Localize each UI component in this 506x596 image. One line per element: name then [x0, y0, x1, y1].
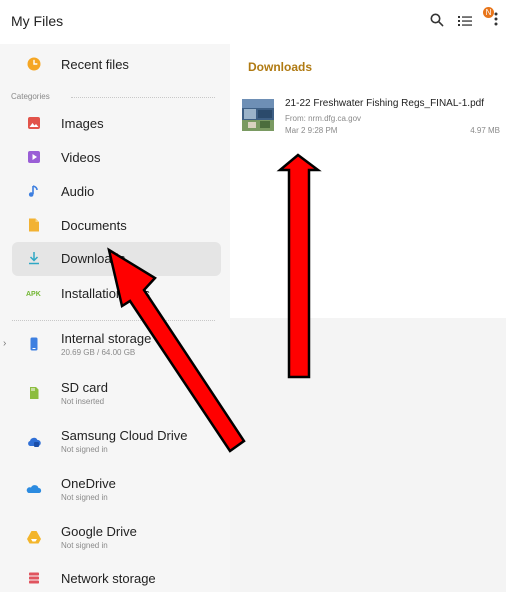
sidebar-item-label: Installation files	[61, 286, 150, 301]
file-size: 4.97 MB	[470, 126, 500, 135]
sidebar-item-label: Images	[61, 116, 104, 131]
search-icon[interactable]	[430, 13, 444, 32]
sidebar-item-onedrive[interactable]: OneDrive Not signed in	[12, 473, 221, 507]
sidebar-item-label: Documents	[61, 218, 127, 233]
onedrive-icon	[26, 481, 42, 497]
more-options-icon[interactable]: N	[483, 7, 498, 32]
sidebar-item-installation-files[interactable]: APK Installation files	[12, 277, 221, 311]
categories-heading: Categories	[11, 92, 50, 101]
phone-icon	[26, 336, 42, 352]
apk-icon: APK	[26, 285, 48, 301]
file-list-item[interactable]: 21-22 Freshwater Fishing Regs_FINAL-1.pd…	[230, 92, 506, 144]
sidebar-item-label: OneDrive	[61, 476, 116, 491]
sidebar-item-label: Internal storage	[61, 331, 152, 346]
sidebar-item-downloads[interactable]: Downloads	[12, 242, 221, 276]
network-storage-icon	[26, 570, 42, 586]
app-title: My Files	[11, 13, 64, 29]
sidebar-item-network-storage[interactable]: Network storage	[12, 562, 221, 596]
storage-status: Not signed in	[61, 493, 108, 502]
clock-icon	[26, 56, 42, 72]
sidebar-item-images[interactable]: Images	[12, 107, 221, 141]
video-icon	[26, 149, 42, 165]
sidebar-item-recent-files[interactable]: Recent files	[12, 48, 221, 82]
sidebar-item-samsung-cloud[interactable]: Samsung Cloud Drive Not signed in	[12, 425, 221, 459]
folder-title: Downloads	[248, 60, 313, 74]
sidebar-item-label: Samsung Cloud Drive	[61, 428, 188, 443]
download-icon	[26, 250, 42, 266]
sidebar-item-label: Videos	[61, 150, 101, 165]
sidebar-item-documents[interactable]: Documents	[12, 209, 221, 243]
sidebar-item-label: SD card	[61, 380, 108, 395]
sidebar-item-label: Downloads	[61, 251, 126, 266]
sidebar: Recent files Categories Images Videos Au…	[0, 44, 230, 592]
file-source: From: nrm.dfg.ca.gov	[285, 114, 362, 123]
storage-status: Not signed in	[61, 445, 108, 454]
file-thumbnail	[242, 99, 274, 131]
sidebar-item-videos[interactable]: Videos	[12, 141, 221, 175]
sidebar-item-internal-storage[interactable]: Internal storage 20.69 GB / 64.00 GB	[12, 328, 221, 362]
section-divider	[71, 97, 215, 98]
notification-badge: N	[483, 7, 494, 18]
file-date: Mar 2 9:28 PM	[285, 126, 338, 135]
svg-text:APK: APK	[26, 291, 41, 298]
sidebar-item-sd-card[interactable]: SD card Not inserted	[12, 377, 221, 411]
expand-arrow-icon[interactable]: ›	[3, 338, 6, 349]
sidebar-item-label: Audio	[61, 184, 95, 199]
sidebar-item-label: Network storage	[61, 571, 156, 586]
storage-usage: 20.69 GB / 64.00 GB	[61, 348, 136, 357]
file-name: 21-22 Freshwater Fishing Regs_FINAL-1.pd…	[285, 98, 484, 109]
main-content: Downloads 21-22 Freshwater Fishing Regs_…	[230, 44, 506, 592]
image-icon	[26, 115, 42, 131]
top-bar: My Files N	[0, 0, 506, 44]
sidebar-item-label: Google Drive	[61, 524, 137, 539]
section-divider	[12, 320, 215, 321]
cloud-icon	[26, 433, 42, 449]
document-icon	[26, 217, 42, 233]
audio-icon	[26, 183, 42, 199]
file-list-panel: Downloads 21-22 Freshwater Fishing Regs_…	[230, 44, 506, 318]
sd-card-icon	[26, 385, 42, 401]
list-view-icon[interactable]	[458, 14, 472, 32]
sidebar-item-audio[interactable]: Audio	[12, 175, 221, 209]
sidebar-item-google-drive[interactable]: Google Drive Not signed in	[12, 521, 221, 555]
sidebar-item-label: Recent files	[61, 57, 129, 72]
storage-status: Not signed in	[61, 541, 108, 550]
google-drive-icon	[26, 529, 42, 545]
storage-status: Not inserted	[61, 397, 105, 406]
